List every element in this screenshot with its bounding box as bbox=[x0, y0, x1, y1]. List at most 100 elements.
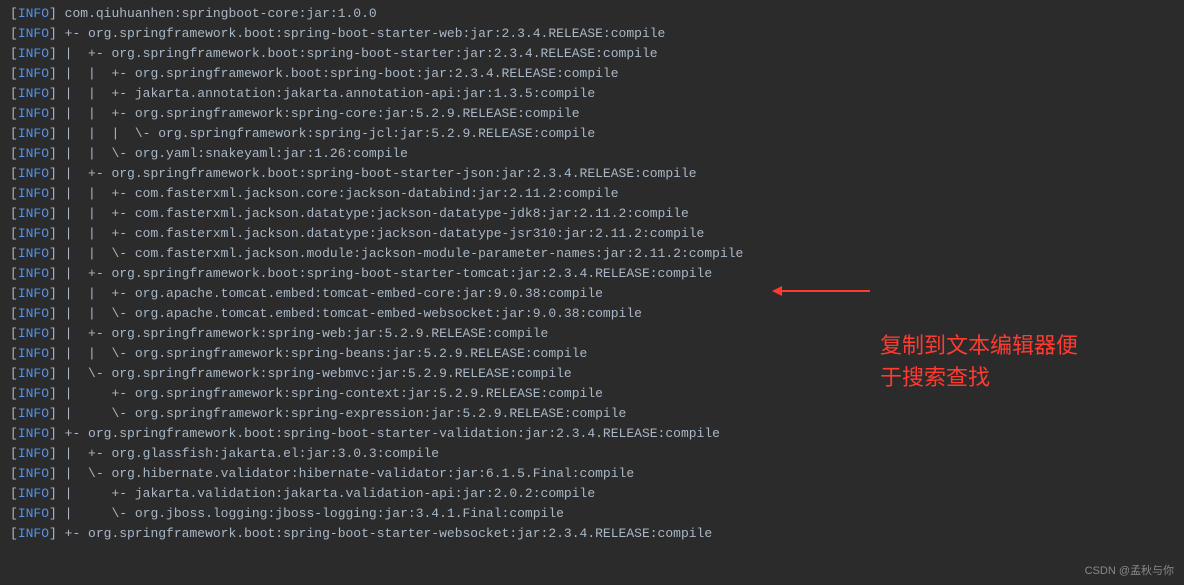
bracket-open: [ bbox=[10, 244, 18, 264]
bracket-open: [ bbox=[10, 164, 18, 184]
annotation-text: 复制到文本编辑器便 于搜索查找 bbox=[880, 330, 1078, 394]
bracket-close: ] bbox=[49, 204, 57, 224]
bracket-close: ] bbox=[49, 324, 57, 344]
log-content: | +- org.springframework.boot:spring-boo… bbox=[57, 164, 697, 184]
log-level-tag: INFO bbox=[18, 204, 49, 224]
log-level-tag: INFO bbox=[18, 384, 49, 404]
watermark-text: CSDN @孟秋与你 bbox=[1085, 561, 1174, 581]
log-line: [INFO] | | +- org.apache.tomcat.embed:to… bbox=[10, 284, 1174, 304]
bracket-close: ] bbox=[49, 524, 57, 544]
bracket-open: [ bbox=[10, 344, 18, 364]
bracket-close: ] bbox=[49, 184, 57, 204]
log-level-tag: INFO bbox=[18, 104, 49, 124]
log-line: [INFO] | | | \- org.springframework:spri… bbox=[10, 124, 1174, 144]
log-line: [INFO] | | +- com.fasterxml.jackson.core… bbox=[10, 184, 1174, 204]
log-content: | | +- org.springframework.boot:spring-b… bbox=[57, 64, 619, 84]
log-content: | +- org.springframework.boot:spring-boo… bbox=[57, 44, 658, 64]
log-level-tag: INFO bbox=[18, 364, 49, 384]
log-line: [INFO] +- org.springframework.boot:sprin… bbox=[10, 24, 1174, 44]
bracket-close: ] bbox=[49, 284, 57, 304]
log-content: | +- jakarta.validation:jakarta.validati… bbox=[57, 484, 595, 504]
log-level-tag: INFO bbox=[18, 244, 49, 264]
log-level-tag: INFO bbox=[18, 444, 49, 464]
bracket-close: ] bbox=[49, 504, 57, 524]
bracket-open: [ bbox=[10, 144, 18, 164]
log-level-tag: INFO bbox=[18, 464, 49, 484]
bracket-open: [ bbox=[10, 444, 18, 464]
bracket-open: [ bbox=[10, 264, 18, 284]
bracket-close: ] bbox=[49, 344, 57, 364]
bracket-close: ] bbox=[49, 464, 57, 484]
log-content: | \- org.springframework:spring-expressi… bbox=[57, 404, 627, 424]
bracket-open: [ bbox=[10, 404, 18, 424]
bracket-open: [ bbox=[10, 384, 18, 404]
log-line: [INFO] | | \- com.fasterxml.jackson.modu… bbox=[10, 244, 1174, 264]
log-level-tag: INFO bbox=[18, 324, 49, 344]
log-line: [INFO] | +- org.springframework.boot:spr… bbox=[10, 164, 1174, 184]
bracket-open: [ bbox=[10, 324, 18, 344]
bracket-close: ] bbox=[49, 244, 57, 264]
bracket-close: ] bbox=[49, 4, 57, 24]
bracket-open: [ bbox=[10, 504, 18, 524]
log-content: | +- org.springframework:spring-web:jar:… bbox=[57, 324, 548, 344]
bracket-open: [ bbox=[10, 484, 18, 504]
log-content: | +- org.glassfish:jakarta.el:jar:3.0.3:… bbox=[57, 444, 439, 464]
log-line: [INFO] | +- org.glassfish:jakarta.el:jar… bbox=[10, 444, 1174, 464]
log-content: | | \- com.fasterxml.jackson.module:jack… bbox=[57, 244, 744, 264]
bracket-close: ] bbox=[49, 444, 57, 464]
annotation-line-2: 于搜索查找 bbox=[880, 362, 1078, 394]
log-level-tag: INFO bbox=[18, 264, 49, 284]
bracket-close: ] bbox=[49, 264, 57, 284]
log-line: [INFO] | | +- com.fasterxml.jackson.data… bbox=[10, 204, 1174, 224]
log-content: | | +- jakarta.annotation:jakarta.annota… bbox=[57, 84, 595, 104]
bracket-open: [ bbox=[10, 124, 18, 144]
log-line: [INFO] | | \- org.apache.tomcat.embed:to… bbox=[10, 304, 1174, 324]
log-level-tag: INFO bbox=[18, 404, 49, 424]
log-content: | +- org.springframework:spring-context:… bbox=[57, 384, 603, 404]
log-level-tag: INFO bbox=[18, 284, 49, 304]
log-line: [INFO] | \- org.hibernate.validator:hibe… bbox=[10, 464, 1174, 484]
annotation-arrow bbox=[780, 290, 870, 292]
log-content: +- org.springframework.boot:spring-boot-… bbox=[57, 524, 712, 544]
log-line: [INFO] | | +- jakarta.annotation:jakarta… bbox=[10, 84, 1174, 104]
bracket-open: [ bbox=[10, 364, 18, 384]
log-level-tag: INFO bbox=[18, 84, 49, 104]
bracket-close: ] bbox=[49, 224, 57, 244]
log-line: [INFO] | \- org.jboss.logging:jboss-logg… bbox=[10, 504, 1174, 524]
log-level-tag: INFO bbox=[18, 24, 49, 44]
bracket-close: ] bbox=[49, 144, 57, 164]
log-line: [INFO] | | +- com.fasterxml.jackson.data… bbox=[10, 224, 1174, 244]
annotation-line-1: 复制到文本编辑器便 bbox=[880, 330, 1078, 362]
log-level-tag: INFO bbox=[18, 124, 49, 144]
log-content: | | \- org.apache.tomcat.embed:tomcat-em… bbox=[57, 304, 642, 324]
log-line: [INFO] | | +- org.springframework:spring… bbox=[10, 104, 1174, 124]
log-content: | | +- org.apache.tomcat.embed:tomcat-em… bbox=[57, 284, 603, 304]
log-content: +- org.springframework.boot:spring-boot-… bbox=[57, 424, 720, 444]
log-content: | \- org.hibernate.validator:hibernate-v… bbox=[57, 464, 634, 484]
log-level-tag: INFO bbox=[18, 164, 49, 184]
log-level-tag: INFO bbox=[18, 184, 49, 204]
bracket-open: [ bbox=[10, 4, 18, 24]
log-line: [INFO] com.qiuhuanhen:springboot-core:ja… bbox=[10, 4, 1174, 24]
bracket-open: [ bbox=[10, 464, 18, 484]
log-content: | | | \- org.springframework:spring-jcl:… bbox=[57, 124, 595, 144]
bracket-open: [ bbox=[10, 184, 18, 204]
bracket-close: ] bbox=[49, 44, 57, 64]
log-line: [INFO] +- org.springframework.boot:sprin… bbox=[10, 524, 1174, 544]
log-level-tag: INFO bbox=[18, 144, 49, 164]
log-line: [INFO] | +- jakarta.validation:jakarta.v… bbox=[10, 484, 1174, 504]
log-line: [INFO] | +- org.springframework.boot:spr… bbox=[10, 44, 1174, 64]
bracket-close: ] bbox=[49, 404, 57, 424]
bracket-close: ] bbox=[49, 484, 57, 504]
log-content: +- org.springframework.boot:spring-boot-… bbox=[57, 24, 666, 44]
log-level-tag: INFO bbox=[18, 304, 49, 324]
log-level-tag: INFO bbox=[18, 524, 49, 544]
log-line: [INFO] | \- org.springframework:spring-e… bbox=[10, 404, 1174, 424]
log-level-tag: INFO bbox=[18, 504, 49, 524]
bracket-open: [ bbox=[10, 104, 18, 124]
bracket-open: [ bbox=[10, 44, 18, 64]
bracket-close: ] bbox=[49, 164, 57, 184]
log-content: | | +- com.fasterxml.jackson.core:jackso… bbox=[57, 184, 619, 204]
bracket-close: ] bbox=[49, 84, 57, 104]
log-level-tag: INFO bbox=[18, 224, 49, 244]
